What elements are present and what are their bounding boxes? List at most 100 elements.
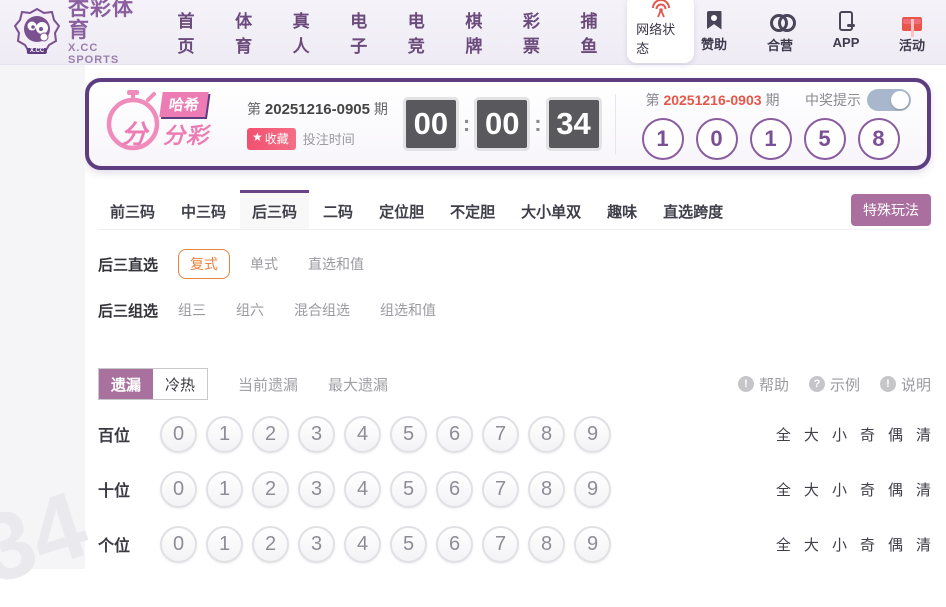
stat-link[interactable]: 当前遗漏 bbox=[238, 374, 298, 395]
quick-link-app[interactable]: APP bbox=[826, 10, 866, 54]
quick-select[interactable]: 偶 bbox=[888, 424, 903, 445]
stat-link[interactable]: 最大遗漏 bbox=[328, 374, 388, 395]
bet-option[interactable]: 组六 bbox=[236, 300, 264, 320]
network-status-card[interactable]: 网络状态 bbox=[627, 0, 695, 63]
nav-item[interactable]: 彩票 bbox=[523, 7, 554, 57]
quick-select[interactable]: 奇 bbox=[860, 534, 875, 555]
special-play-button[interactable]: 特殊玩法 bbox=[851, 193, 931, 226]
quick-select[interactable]: 清 bbox=[916, 424, 931, 445]
quick-select[interactable]: 偶 bbox=[888, 479, 903, 500]
digit-ball[interactable]: 7 bbox=[482, 470, 519, 508]
digit-ball[interactable]: 0 bbox=[160, 415, 197, 453]
digit-ball[interactable]: 4 bbox=[344, 525, 381, 563]
digit-ball[interactable]: 8 bbox=[528, 470, 565, 508]
tab[interactable]: 后三码 bbox=[240, 190, 310, 229]
tab[interactable]: 前三码 bbox=[98, 190, 167, 229]
digit-ball[interactable]: 5 bbox=[390, 415, 427, 453]
game-name-char: 分 bbox=[121, 119, 148, 149]
current-issue-line: 第 20251216-0905 期 bbox=[247, 99, 388, 119]
quick-select[interactable]: 全 bbox=[776, 534, 791, 555]
quick-select[interactable]: 小 bbox=[832, 424, 847, 445]
nav-item[interactable]: 体育 bbox=[235, 7, 266, 57]
quick-select[interactable]: 大 bbox=[804, 534, 819, 555]
help-link[interactable]: ? 示例 bbox=[808, 374, 860, 395]
quick-select[interactable]: 全 bbox=[776, 424, 791, 445]
network-status-label: 网络状态 bbox=[636, 22, 676, 56]
favorite-badge[interactable]: ★ 收藏 bbox=[247, 127, 296, 150]
tab[interactable]: 直选跨度 bbox=[651, 190, 735, 229]
brand-logo[interactable]: X.CC 杏彩体育 X.CC SPORTS bbox=[13, 0, 148, 66]
digit-ball[interactable]: 0 bbox=[160, 470, 197, 508]
nav-item[interactable]: 棋牌 bbox=[465, 7, 496, 57]
segment-inactive[interactable]: 冷热 bbox=[153, 369, 207, 399]
bet-option[interactable]: 单式 bbox=[250, 254, 278, 274]
result-issue-number: 20251216-0903 bbox=[663, 91, 762, 108]
tab[interactable]: 中三码 bbox=[169, 190, 238, 229]
quick-select[interactable]: 大 bbox=[804, 479, 819, 500]
nav-item[interactable]: 捕鱼 bbox=[580, 7, 611, 57]
digit-ball[interactable]: 2 bbox=[252, 470, 289, 508]
bet-option[interactable]: 直选和值 bbox=[308, 254, 364, 274]
digit-ball[interactable]: 2 bbox=[252, 525, 289, 563]
digit-ball[interactable]: 6 bbox=[436, 470, 473, 508]
digit-ball[interactable]: 4 bbox=[344, 415, 381, 453]
quick-select[interactable]: 奇 bbox=[860, 424, 875, 445]
segment-active[interactable]: 遗漏 bbox=[99, 369, 153, 399]
main-content: 前三码 中三码 后三码 二码 定位胆 不定胆 大小单双 趣味 直选跨度 特殊玩法 后三直选 复式单… bbox=[85, 190, 931, 577]
tab[interactable]: 不定胆 bbox=[438, 190, 507, 229]
tab[interactable]: 大小单双 bbox=[509, 190, 593, 229]
tab[interactable]: 趣味 bbox=[595, 190, 649, 229]
digit-ball[interactable]: 7 bbox=[482, 415, 519, 453]
digit-ball[interactable]: 1 bbox=[206, 470, 243, 508]
quick-select[interactable]: 全 bbox=[776, 479, 791, 500]
bet-group: 后三组选 组三 组六 混合组选 组选和值 bbox=[98, 292, 931, 328]
bet-option[interactable]: 组选和值 bbox=[380, 300, 436, 320]
quick-select[interactable]: 清 bbox=[916, 479, 931, 500]
digit-ball[interactable]: 5 bbox=[390, 525, 427, 563]
tab[interactable]: 定位胆 bbox=[367, 190, 436, 229]
bet-option[interactable]: 混合组选 bbox=[294, 300, 350, 320]
quick-select[interactable]: 偶 bbox=[888, 534, 903, 555]
help-link[interactable]: ! 帮助 bbox=[737, 374, 789, 395]
digit-ball[interactable]: 5 bbox=[390, 470, 427, 508]
quick-link-partner[interactable]: 合营 bbox=[760, 11, 800, 54]
countdown-timer: 00 : 00 : 34 bbox=[405, 100, 599, 148]
digit-ball[interactable]: 9 bbox=[574, 415, 611, 453]
row-label: 百位 bbox=[98, 428, 131, 445]
digit-ball[interactable]: 1 bbox=[206, 415, 243, 453]
digit-ball[interactable]: 7 bbox=[482, 525, 519, 563]
quick-select[interactable]: 大 bbox=[804, 424, 819, 445]
nav-item[interactable]: 真人 bbox=[293, 7, 324, 57]
stats-bar: 遗漏 冷热 当前遗漏 最大遗漏 ! 帮助 ? 示例 ! 说明 bbox=[98, 368, 931, 400]
digit-ball[interactable]: 8 bbox=[528, 525, 565, 563]
result-issue-line: 第 20251216-0903 期 bbox=[646, 90, 780, 110]
digit-ball[interactable]: 2 bbox=[252, 415, 289, 453]
quick-link-sponsor[interactable]: 赞助 bbox=[694, 10, 734, 54]
quick-select[interactable]: 小 bbox=[832, 479, 847, 500]
digit-ball[interactable]: 3 bbox=[298, 415, 335, 453]
win-tip-toggle[interactable] bbox=[867, 88, 911, 111]
digit-ball[interactable]: 3 bbox=[298, 525, 335, 563]
digit-ball[interactable]: 3 bbox=[298, 470, 335, 508]
tab[interactable]: 二码 bbox=[311, 190, 365, 229]
quick-select[interactable]: 小 bbox=[832, 534, 847, 555]
quick-selects: 全大小奇偶清 bbox=[776, 479, 931, 500]
nav-item[interactable]: 电子 bbox=[350, 7, 381, 57]
digit-ball[interactable]: 4 bbox=[344, 470, 381, 508]
nav-item[interactable]: 首页 bbox=[178, 7, 209, 57]
quick-select[interactable]: 清 bbox=[916, 534, 931, 555]
digit-ball[interactable]: 6 bbox=[436, 415, 473, 453]
nav-item[interactable]: 电竞 bbox=[408, 7, 439, 57]
digit-ball[interactable]: 1 bbox=[206, 525, 243, 563]
digit-ball[interactable]: 0 bbox=[160, 525, 197, 563]
digit-ball[interactable]: 9 bbox=[574, 470, 611, 508]
quick-select[interactable]: 奇 bbox=[860, 479, 875, 500]
bet-option[interactable]: 复式 bbox=[178, 249, 230, 279]
bet-option[interactable]: 组三 bbox=[178, 300, 206, 320]
digit-ball[interactable]: 6 bbox=[436, 525, 473, 563]
help-link[interactable]: ! 说明 bbox=[879, 374, 931, 395]
digit-ball[interactable]: 8 bbox=[528, 415, 565, 453]
digit-ball[interactable]: 9 bbox=[574, 525, 611, 563]
quick-link-activity[interactable]: 活动 bbox=[892, 11, 932, 54]
star-icon: ★ bbox=[252, 129, 263, 144]
